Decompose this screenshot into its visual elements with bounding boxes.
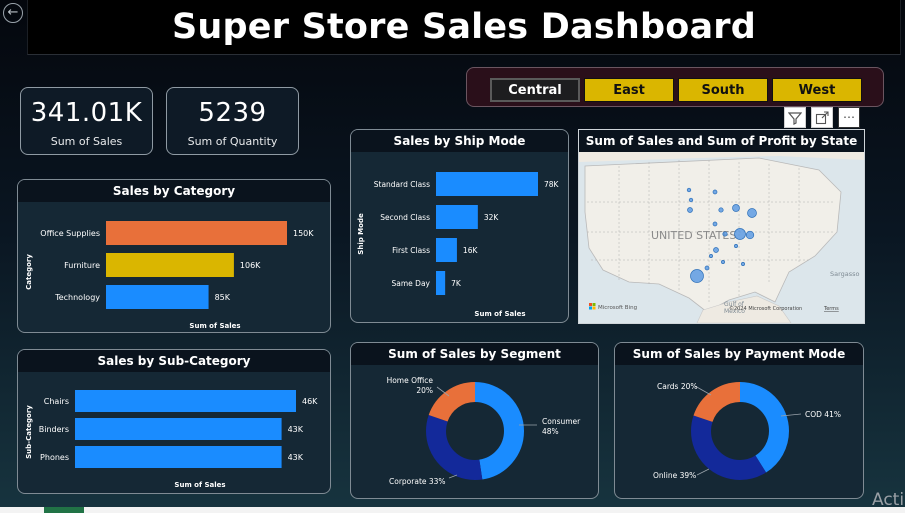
category-tick-label: Office Supplies — [40, 229, 100, 238]
data-label: 46K — [302, 397, 318, 406]
category-tick-label: Technology — [54, 293, 100, 302]
bar — [106, 221, 287, 245]
dashboard-header: Super Store Sales Dashboard — [27, 0, 901, 55]
chart-svg: Consumer48% Corporate 33% Home Office20% — [387, 376, 582, 486]
chart-sales-by-payment-mode[interactable]: Sum of Sales by Payment Mode COD 41% Onli… — [614, 342, 864, 499]
chart-sales-by-ship-mode[interactable]: Sales by Ship Mode Standard Class 78K Seco… — [350, 129, 569, 323]
category-tick-label: First Class — [392, 246, 430, 255]
x-axis-title: Sum of Sales — [174, 481, 225, 489]
data-label: 85K — [215, 293, 231, 302]
kpi-value: 5239 — [198, 98, 267, 128]
slicer-item-central[interactable]: Central — [490, 78, 580, 102]
more-options-icon[interactable]: ⋯ — [838, 107, 860, 128]
chart-svg: Standard Class 78K Second Class 32K First Cl… — [357, 172, 560, 318]
bar — [75, 418, 282, 440]
page-tab-indicator[interactable] — [44, 507, 84, 513]
map-attribution: ©2024 Microsoft Corporation — [729, 305, 802, 312]
category-tick-label: Second Class — [380, 213, 430, 222]
slicer-item-label: Central — [508, 82, 562, 98]
data-label: 43K — [288, 425, 304, 434]
chart-sales-by-category[interactable]: Sales by Category Office Supplies 150K Fur… — [17, 179, 331, 333]
bar — [436, 205, 478, 229]
slicer-item-label: South — [701, 82, 745, 98]
data-label: Cards 20% — [657, 382, 698, 391]
category-tick-label: Phones — [40, 453, 69, 462]
chart-sales-by-subcategory[interactable]: Sales by Sub-Category Chairs 46K Binders 43… — [17, 349, 331, 494]
chart-svg: Chairs 46K Binders 43K Phones 43K Sum of Sales… — [25, 390, 318, 489]
data-label: COD 41% — [805, 410, 841, 419]
data-label: 43K — [288, 453, 304, 462]
filter-icon[interactable] — [784, 107, 806, 128]
map-canvas[interactable]: UNITED STATES Gulf of Mexico Sargasso Mi… — [579, 152, 864, 323]
bing-label: Microsoft Bing — [598, 305, 637, 311]
bar — [106, 285, 209, 309]
data-label: Home Office — [387, 376, 434, 385]
data-label: 7K — [451, 279, 462, 288]
bottom-status-strip — [0, 507, 905, 513]
data-label: 20% — [416, 386, 433, 395]
bar — [436, 271, 446, 295]
slicer-item-label: East — [613, 82, 645, 98]
activation-watermark: Acti — [872, 490, 905, 510]
map-title: Sum of Sales and Sum of Profit by State — [579, 130, 864, 152]
slicer-item-west[interactable]: West — [772, 78, 862, 102]
leader-line — [696, 468, 710, 476]
category-tick-label: Furniture — [64, 261, 100, 270]
data-label: 16K — [463, 246, 479, 255]
data-label: Consumer — [542, 417, 581, 426]
leader-line — [448, 474, 458, 479]
category-tick-label: Chairs — [44, 397, 69, 406]
map-sargasso-label: Sargasso — [830, 270, 860, 278]
slicer-item-label: West — [798, 82, 836, 98]
kpi-label: Sum of Quantity — [187, 135, 278, 148]
map-sales-profit-by-state[interactable]: Sum of Sales and Sum of Profit by State … — [578, 129, 865, 324]
category-tick-label: Binders — [39, 425, 69, 434]
bar — [436, 172, 538, 196]
region-slicer: Central East South West — [466, 67, 884, 107]
data-label: 150K — [293, 229, 314, 238]
data-label: 106K — [240, 261, 261, 270]
y-axis-title: Ship Mode — [357, 213, 365, 255]
bar — [106, 253, 234, 277]
x-axis-title: Sum of Sales — [474, 310, 525, 318]
data-label: Corporate 33% — [389, 477, 446, 486]
kpi-card-sales: 341.01K Sum of Sales — [20, 87, 153, 155]
focus-mode-icon[interactable] — [811, 107, 833, 128]
chart-svg: Office Supplies 150K Furniture 106K Technolo… — [25, 221, 314, 330]
data-label: 78K — [544, 180, 560, 189]
chart-sales-by-segment[interactable]: Sum of Sales by Segment Consumer 48% Corpo… — [350, 342, 599, 499]
data-label: Online 39% — [653, 471, 696, 480]
data-label: 32K — [484, 213, 500, 222]
y-axis-title: Sub-Category — [25, 405, 33, 459]
chart-svg: COD 41% Online 39% Cards 20% — [653, 382, 841, 480]
kpi-card-quantity: 5239 Sum of Quantity — [166, 87, 299, 155]
bar — [75, 390, 296, 412]
x-axis-title: Sum of Sales — [189, 322, 240, 330]
data-label: 48% — [542, 427, 559, 436]
back-arrow-icon[interactable]: ← — [3, 3, 23, 23]
category-tick-label: Standard Class — [374, 180, 430, 189]
bar — [436, 238, 457, 262]
kpi-label: Sum of Sales — [50, 135, 123, 148]
bar — [75, 446, 282, 468]
page-title: Super Store Sales Dashboard — [172, 7, 756, 47]
kpi-value: 341.01K — [30, 98, 143, 128]
slicer-item-south[interactable]: South — [678, 78, 768, 102]
slicer-item-east[interactable]: East — [584, 78, 674, 102]
map-terms-link[interactable]: Terms — [823, 306, 839, 312]
y-axis-title: Category — [25, 254, 33, 290]
category-tick-label: Same Day — [392, 279, 431, 288]
